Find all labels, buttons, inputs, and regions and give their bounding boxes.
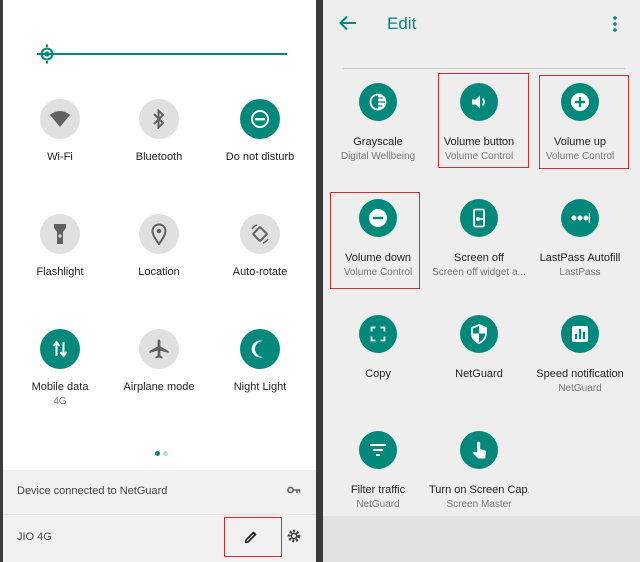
page-indicator — [155, 443, 171, 461]
edit-tile-filter-traffic[interactable]: Filter traffic NetGuard — [328, 431, 428, 510]
tile-label: Mobile data — [31, 381, 89, 393]
brightness-icon[interactable] — [37, 44, 57, 64]
edit-tile-screen-capture[interactable]: Turn on Screen Cap... Screen Master — [429, 431, 529, 510]
back-arrow-icon[interactable] — [339, 15, 357, 31]
edit-tile-screen-off[interactable]: Screen off Screen off widget a... — [429, 199, 529, 278]
tile-auto-rotate[interactable]: Auto-rotate — [205, 214, 315, 278]
tile-label: Screen off — [454, 252, 504, 264]
edit-tiles-panel: Edit Grayscale Digital Wellbeing Volume … — [323, 0, 640, 562]
tile-label: Flashlight — [36, 266, 84, 278]
tile-sublabel: 4G — [53, 396, 67, 407]
tile-label: Speed notification — [536, 368, 624, 380]
filter-icon — [359, 431, 397, 469]
page-title: Edit — [387, 14, 417, 33]
tile-airplane-mode[interactable]: Airplane mode — [104, 329, 214, 393]
tile-label: Bluetooth — [135, 151, 183, 163]
flashlight-icon — [40, 214, 80, 254]
bottom-strip — [323, 516, 640, 562]
more-options-icon[interactable] — [612, 15, 618, 33]
tile-label: Copy — [365, 368, 391, 380]
lastpass-icon — [561, 199, 599, 237]
tile-label: NetGuard — [455, 368, 503, 380]
tile-label: Wi-Fi — [47, 151, 73, 163]
location-icon — [139, 214, 179, 254]
tile-sublabel: Screen off widget a... — [432, 267, 526, 278]
edit-tile-netguard[interactable]: NetGuard — [429, 315, 529, 383]
touch-icon — [460, 431, 498, 469]
edit-tile-lastpass-autofill[interactable]: LastPass Autofill LastPass — [530, 199, 630, 278]
tile-label: Airplane mode — [123, 381, 195, 393]
mobile-data-icon — [40, 329, 80, 369]
settings-gear-icon[interactable] — [286, 528, 302, 544]
quick-settings-panel: Wi-Fi Bluetooth Do not disturb Flashligh… — [3, 0, 316, 562]
vpn-notice-text: Device connected to NetGuard — [17, 485, 168, 497]
brightness-slider[interactable] — [37, 44, 287, 64]
shield-icon — [460, 315, 498, 353]
tile-label: Location — [138, 266, 180, 278]
tile-sublabel: LastPass — [559, 267, 601, 278]
vpn-key-icon — [287, 486, 301, 494]
bluetooth-icon — [139, 99, 179, 139]
tile-location[interactable]: Location — [104, 214, 214, 278]
tile-sublabel: Digital Wellbeing — [340, 151, 416, 162]
tile-label: Do not disturb — [225, 151, 295, 163]
tile-wifi[interactable]: Wi-Fi — [5, 99, 115, 163]
tile-sublabel: NetGuard — [356, 499, 400, 510]
carrier-label: JIO 4G — [17, 531, 52, 543]
tile-mobile-data[interactable]: Mobile data 4G — [5, 329, 115, 407]
edit-toolbar: Edit — [323, 0, 640, 50]
copy-icon — [359, 315, 397, 353]
tile-label: Auto-rotate — [232, 266, 288, 278]
page-dot-active — [155, 451, 160, 456]
highlight-edit-button — [224, 517, 282, 557]
wifi-icon — [40, 99, 80, 139]
brightness-fill — [37, 53, 287, 55]
do-not-disturb-icon — [240, 99, 280, 139]
page-dot — [163, 451, 168, 456]
edit-tile-speed-notification[interactable]: Speed notification NetGuard — [530, 315, 630, 394]
tile-label: LastPass Autofill — [539, 252, 621, 264]
tile-sublabel: Screen Master — [446, 499, 512, 510]
tile-flashlight[interactable]: Flashlight — [5, 214, 115, 278]
tile-bluetooth[interactable]: Bluetooth — [104, 99, 214, 163]
tile-do-not-disturb[interactable]: Do not disturb — [205, 99, 315, 163]
highlight-volume-button — [438, 73, 529, 168]
screen-off-icon — [460, 199, 498, 237]
tile-label: Filter traffic — [350, 484, 406, 496]
tile-sublabel: NetGuard — [558, 383, 602, 394]
auto-rotate-icon — [240, 214, 280, 254]
edit-tile-grayscale[interactable]: Grayscale Digital Wellbeing — [328, 83, 428, 162]
tile-label: Night Light — [233, 381, 287, 393]
grayscale-icon — [359, 83, 397, 121]
tile-night-light[interactable]: Night Light — [205, 329, 315, 393]
tile-label: Turn on Screen Cap... — [429, 484, 529, 496]
highlight-volume-down — [330, 192, 420, 289]
tile-label: Grayscale — [353, 136, 403, 148]
divider — [343, 68, 625, 69]
vpn-notice-bar[interactable]: Device connected to NetGuard — [3, 470, 316, 514]
bar-chart-icon — [561, 315, 599, 353]
highlight-volume-up — [539, 75, 629, 169]
night-light-icon — [240, 329, 280, 369]
edit-tile-copy[interactable]: Copy — [328, 315, 428, 383]
airplane-icon — [139, 329, 179, 369]
